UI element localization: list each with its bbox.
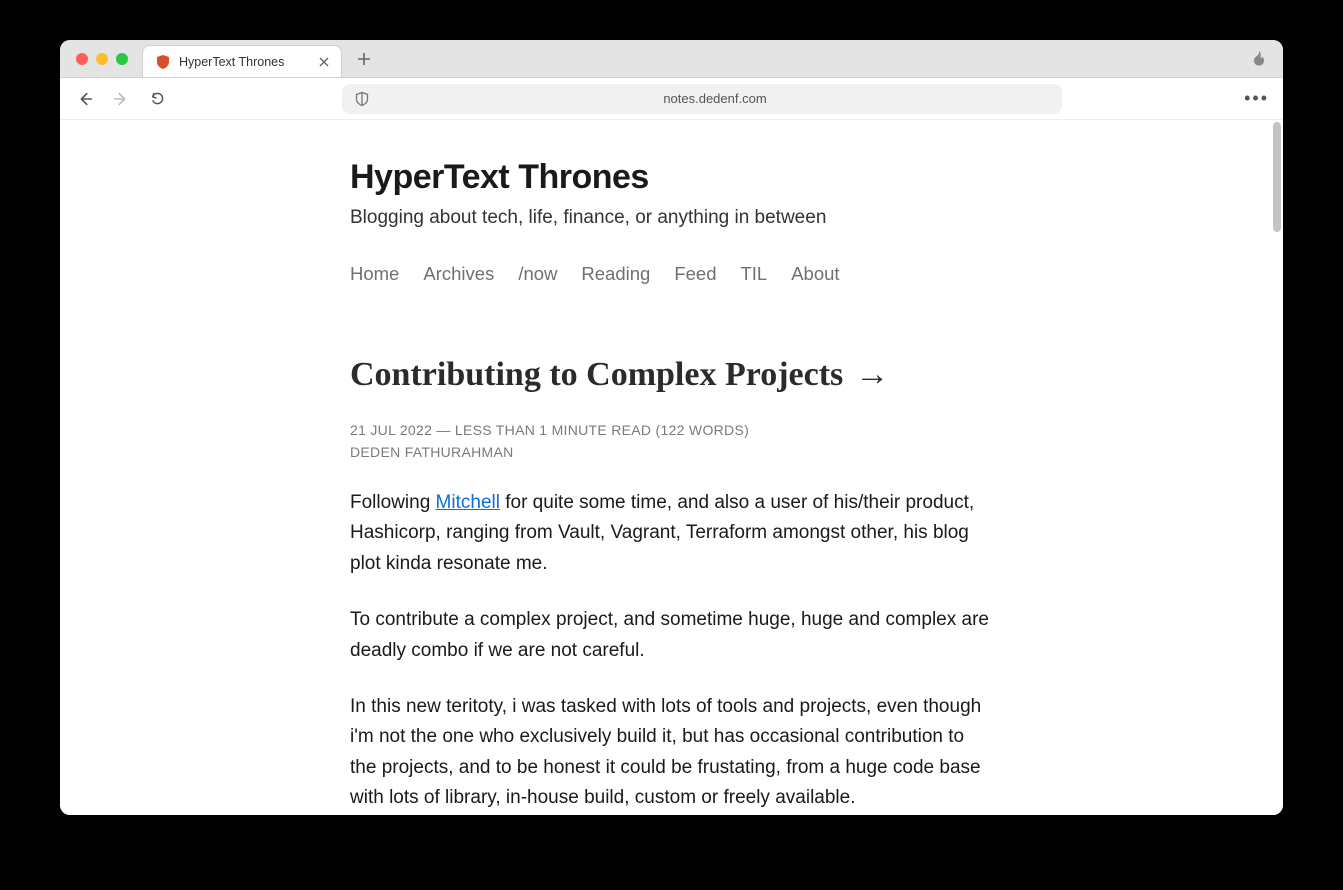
tab-title: HyperText Thrones: [179, 55, 284, 69]
link-mitchell[interactable]: Mitchell: [436, 492, 500, 513]
site-tagline: Blogging about tech, life, finance, or a…: [350, 207, 990, 229]
address-bar[interactable]: notes.dedenf.com: [342, 84, 1062, 114]
browser-tab[interactable]: HyperText Thrones: [142, 45, 342, 77]
post-paragraph: Following Mitchell for quite some time, …: [350, 488, 990, 579]
new-tab-button[interactable]: [350, 45, 378, 73]
browser-window: HyperText Thrones notes.dedenf.com ••: [60, 40, 1283, 815]
back-button[interactable]: [74, 88, 96, 110]
external-link-arrow-icon: →: [855, 355, 889, 394]
close-window-button[interactable]: [76, 53, 88, 65]
tab-close-button[interactable]: [317, 55, 331, 69]
nav-link-reading[interactable]: Reading: [581, 263, 650, 285]
post-paragraph: To contribute a complex project, and som…: [350, 605, 990, 666]
scrollbar-thumb[interactable]: [1273, 122, 1281, 232]
post-meta: 21 JUL 2022 — LESS THAN 1 MINUTE READ (1…: [350, 422, 990, 438]
nav-link-til[interactable]: TIL: [740, 263, 767, 285]
page-content: HyperText Thrones Blogging about tech, l…: [60, 120, 1283, 815]
post-title-text: Contributing to Complex Projects: [350, 355, 843, 394]
maximize-window-button[interactable]: [116, 53, 128, 65]
post-title[interactable]: Contributing to Complex Projects →: [350, 355, 990, 394]
nav-link-now[interactable]: /now: [518, 263, 557, 285]
page-viewport: HyperText Thrones Blogging about tech, l…: [60, 120, 1283, 815]
site-title: HyperText Thrones: [350, 158, 990, 197]
post-body: Following Mitchell for quite some time, …: [350, 488, 990, 815]
forward-button[interactable]: [110, 88, 132, 110]
fire-icon[interactable]: [1249, 49, 1269, 69]
title-bar: HyperText Thrones: [60, 40, 1283, 78]
browser-toolbar: notes.dedenf.com •••: [60, 78, 1283, 120]
tab-favicon-icon: [155, 54, 171, 70]
site-nav: Home Archives /now Reading Feed TIL Abou…: [350, 263, 990, 285]
shield-icon: [354, 91, 370, 107]
window-controls: [60, 53, 128, 65]
url-text: notes.dedenf.com: [380, 91, 1050, 106]
nav-link-about[interactable]: About: [791, 263, 839, 285]
nav-link-home[interactable]: Home: [350, 263, 399, 285]
post-paragraph: In this new teritoty, i was tasked with …: [350, 692, 990, 814]
nav-link-archives[interactable]: Archives: [423, 263, 494, 285]
minimize-window-button[interactable]: [96, 53, 108, 65]
nav-link-feed[interactable]: Feed: [674, 263, 716, 285]
post-date: 21 JUL 2022: [350, 422, 432, 438]
reload-button[interactable]: [146, 88, 168, 110]
more-menu-button[interactable]: •••: [1244, 88, 1269, 109]
post-read-time: LESS THAN 1 MINUTE READ (122 WORDS): [455, 422, 749, 438]
post-author: DEDEN FATHURAHMAN: [350, 444, 990, 460]
